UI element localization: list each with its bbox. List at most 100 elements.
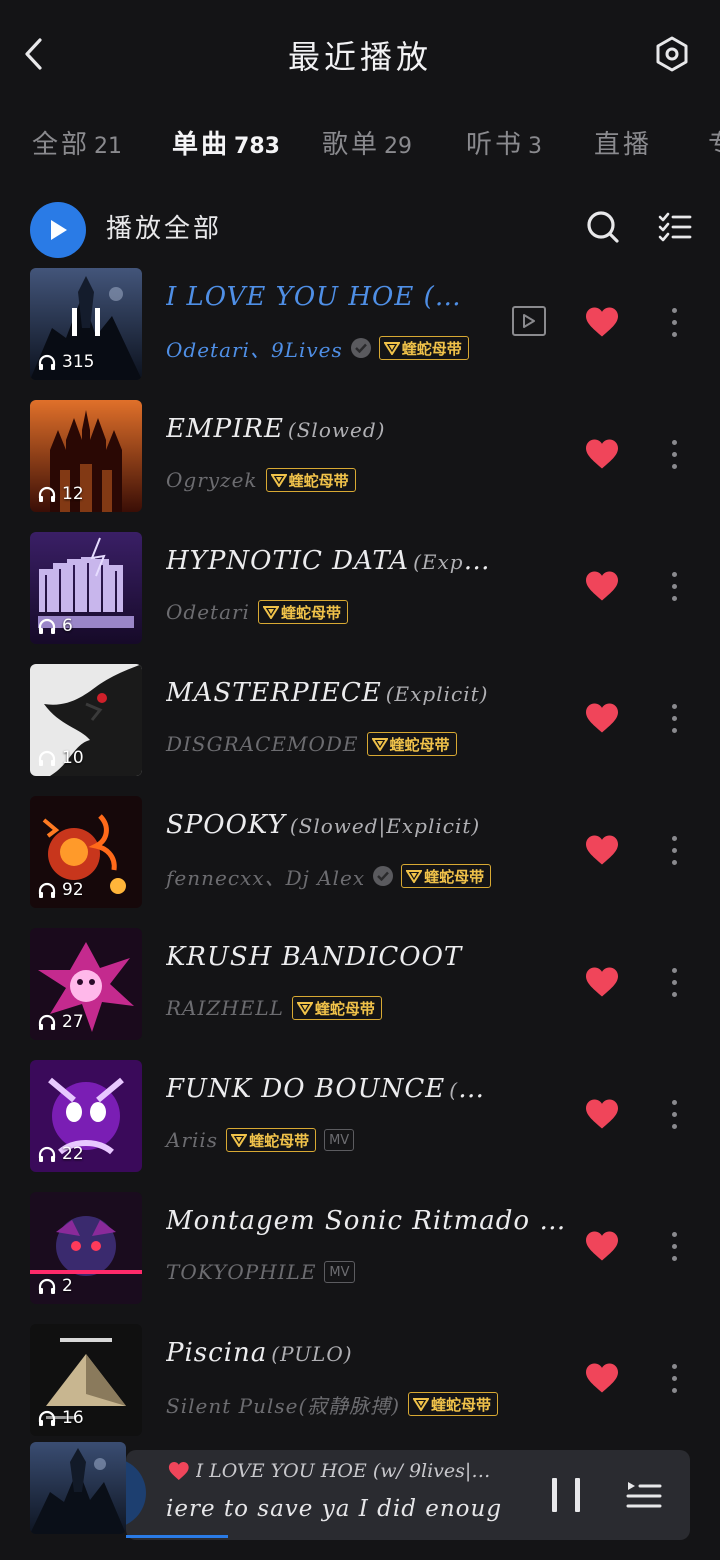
song-artist[interactable]: RAIZHELL [166, 996, 284, 1020]
album-cover[interactable]: 27 [30, 928, 142, 1040]
song-row[interactable]: 315 I LOVE YOU HOE (w/ 9li… Odetari、9Lives… [0, 264, 720, 388]
song-artist[interactable]: fennecxx、Dj Alex [166, 862, 365, 891]
batch-manage-button[interactable] [654, 206, 696, 248]
song-title[interactable]: SPOOKY (Slowed|Explicit) [166, 810, 496, 840]
more-options-button[interactable] [660, 696, 688, 740]
settings-button[interactable] [650, 32, 694, 76]
song-artist[interactable]: Odetari [166, 600, 250, 624]
song-row[interactable]: 10 MASTERPIECE (Explicit) DISGRACEMODE 蝰蛇母带 [0, 660, 720, 784]
like-button[interactable] [582, 964, 622, 1000]
tab-all[interactable]: 全部 21 [32, 118, 122, 172]
play-count: 27 [38, 1012, 84, 1032]
tab-live[interactable]: 直播 [594, 118, 652, 172]
more-dot-icon [671, 1255, 677, 1261]
tab-label: 全部 [32, 130, 91, 160]
like-button[interactable] [582, 832, 622, 868]
more-dot-icon [671, 307, 677, 313]
tab-playlists[interactable]: 歌单 29 [322, 118, 412, 172]
mini-song-info[interactable]: I LOVE YOU HOE (w/ 9lives|E… [168, 1460, 498, 1482]
tab-count: 783 [234, 134, 280, 159]
song-meta: Ariis 蝰蛇母带 MV [166, 1126, 355, 1154]
mini-progress-bar[interactable] [126, 1535, 228, 1538]
more-options-button[interactable] [660, 564, 688, 608]
vip-shield-icon [383, 342, 400, 355]
song-artist[interactable]: DISGRACEMODE [166, 732, 359, 756]
play-count: 12 [38, 484, 84, 504]
search-icon [587, 211, 619, 243]
more-dot-icon [671, 439, 677, 445]
playlist-queue-button[interactable] [624, 1474, 664, 1514]
vip-master-badge: 蝰蛇母带 [265, 468, 356, 492]
album-cover[interactable]: 92 [30, 796, 142, 908]
song-row[interactable]: 6 HYPNOTIC DATA(Explicit) Odetari 蝰蛇母带 [0, 528, 720, 652]
album-art-image [30, 1442, 126, 1534]
mini-player-cover[interactable] [30, 1442, 126, 1534]
song-row[interactable]: 92 SPOOKY (Slowed|Explicit) fennecxx、Dj Ale… [0, 792, 720, 916]
album-cover[interactable]: 10 [30, 664, 142, 776]
play-all-row: 播放全部 [0, 196, 720, 262]
song-row[interactable]: 12 EMPIRE (Slowed) Ogryzek 蝰蛇母带 [0, 396, 720, 520]
headphones-icon [38, 486, 56, 502]
song-title[interactable]: FUNK DO BOUNCE(Slowed) [166, 1074, 496, 1104]
song-title[interactable]: HYPNOTIC DATA(Explicit) [166, 546, 496, 576]
more-options-button[interactable] [660, 1224, 688, 1268]
search-button[interactable] [582, 206, 624, 248]
heart-icon [586, 571, 618, 601]
mv-badge[interactable]: MV [324, 1261, 355, 1283]
mv-play-button[interactable] [512, 306, 546, 336]
more-options-button[interactable] [660, 828, 688, 872]
more-options-button[interactable] [660, 432, 688, 476]
mv-badge[interactable]: MV [324, 1129, 355, 1151]
pause-button[interactable] [552, 1478, 580, 1512]
like-button[interactable] [582, 304, 622, 340]
song-row[interactable]: 22 FUNK DO BOUNCE(Slowed) Ariis 蝰蛇母带 MV [0, 1056, 720, 1180]
song-row[interactable]: 16 Piscina (PULO) Silent Pulse(寂静脉搏) 蝰蛇母带 [0, 1320, 720, 1444]
song-artist[interactable]: TOKYOPHILE [166, 1260, 316, 1284]
more-options-button[interactable] [660, 300, 688, 344]
heart-icon [586, 703, 618, 733]
song-title[interactable]: Montagem Sonic Ritmado 1.0 [166, 1206, 566, 1236]
mini-player[interactable]: I LOVE YOU HOE (w/ 9lives|E… iere to sav… [30, 1442, 690, 1540]
tab-more[interactable]: 专 [708, 118, 720, 172]
tab-audiobooks[interactable]: 听书 3 [466, 118, 542, 172]
album-cover[interactable]: 16 [30, 1324, 142, 1436]
song-title[interactable]: Piscina (PULO) [166, 1338, 496, 1368]
play-all-label[interactable]: 播放全部 [106, 208, 222, 245]
play-count-value: 22 [62, 1144, 84, 1164]
like-button[interactable] [582, 436, 622, 472]
song-row[interactable]: 27 KRUSH BANDICOOT RAIZHELL 蝰蛇母带 [0, 924, 720, 1048]
like-button[interactable] [582, 1096, 622, 1132]
song-title[interactable]: EMPIRE (Slowed) [166, 414, 496, 444]
song-row[interactable]: 2 Montagem Sonic Ritmado 1.0 TOKYOPHILE MV [0, 1188, 720, 1312]
song-artist[interactable]: Odetari、9Lives [166, 334, 343, 363]
song-title[interactable]: KRUSH BANDICOOT [166, 942, 496, 972]
play-all-button[interactable] [30, 202, 86, 258]
album-cover[interactable]: 2 [30, 1192, 142, 1304]
song-meta: Ogryzek 蝰蛇母带 [166, 466, 356, 494]
song-title[interactable]: I LOVE YOU HOE (w/ 9li… [166, 282, 482, 312]
play-count-value: 315 [62, 352, 95, 372]
verified-icon [373, 866, 394, 886]
like-button[interactable] [582, 568, 622, 604]
more-dot-icon [671, 319, 677, 325]
album-cover[interactable]: 6 [30, 532, 142, 644]
headphones-icon [38, 1278, 56, 1294]
tab-songs[interactable]: 单曲 783 [172, 118, 280, 172]
album-cover[interactable]: 22 [30, 1060, 142, 1172]
song-artist[interactable]: Silent Pulse(寂静脉搏) [166, 1390, 400, 1419]
like-button[interactable] [582, 1360, 622, 1396]
vip-shield-icon [413, 1398, 430, 1411]
song-title[interactable]: MASTERPIECE (Explicit) [166, 678, 496, 708]
like-button[interactable] [582, 700, 622, 736]
song-artist[interactable]: Ogryzek [166, 468, 258, 492]
more-options-button[interactable] [660, 1092, 688, 1136]
more-dot-icon [671, 1243, 677, 1249]
more-options-button[interactable] [660, 960, 688, 1004]
album-cover[interactable]: 315 [30, 268, 142, 380]
album-cover[interactable]: 12 [30, 400, 142, 512]
song-artist[interactable]: Ariis [166, 1128, 218, 1152]
more-options-button[interactable] [660, 1356, 688, 1400]
tab-count: 29 [384, 134, 413, 159]
like-button[interactable] [582, 1228, 622, 1264]
category-tabs: 全部21 单曲783 歌单29 听书3 直播 专 [0, 118, 720, 172]
